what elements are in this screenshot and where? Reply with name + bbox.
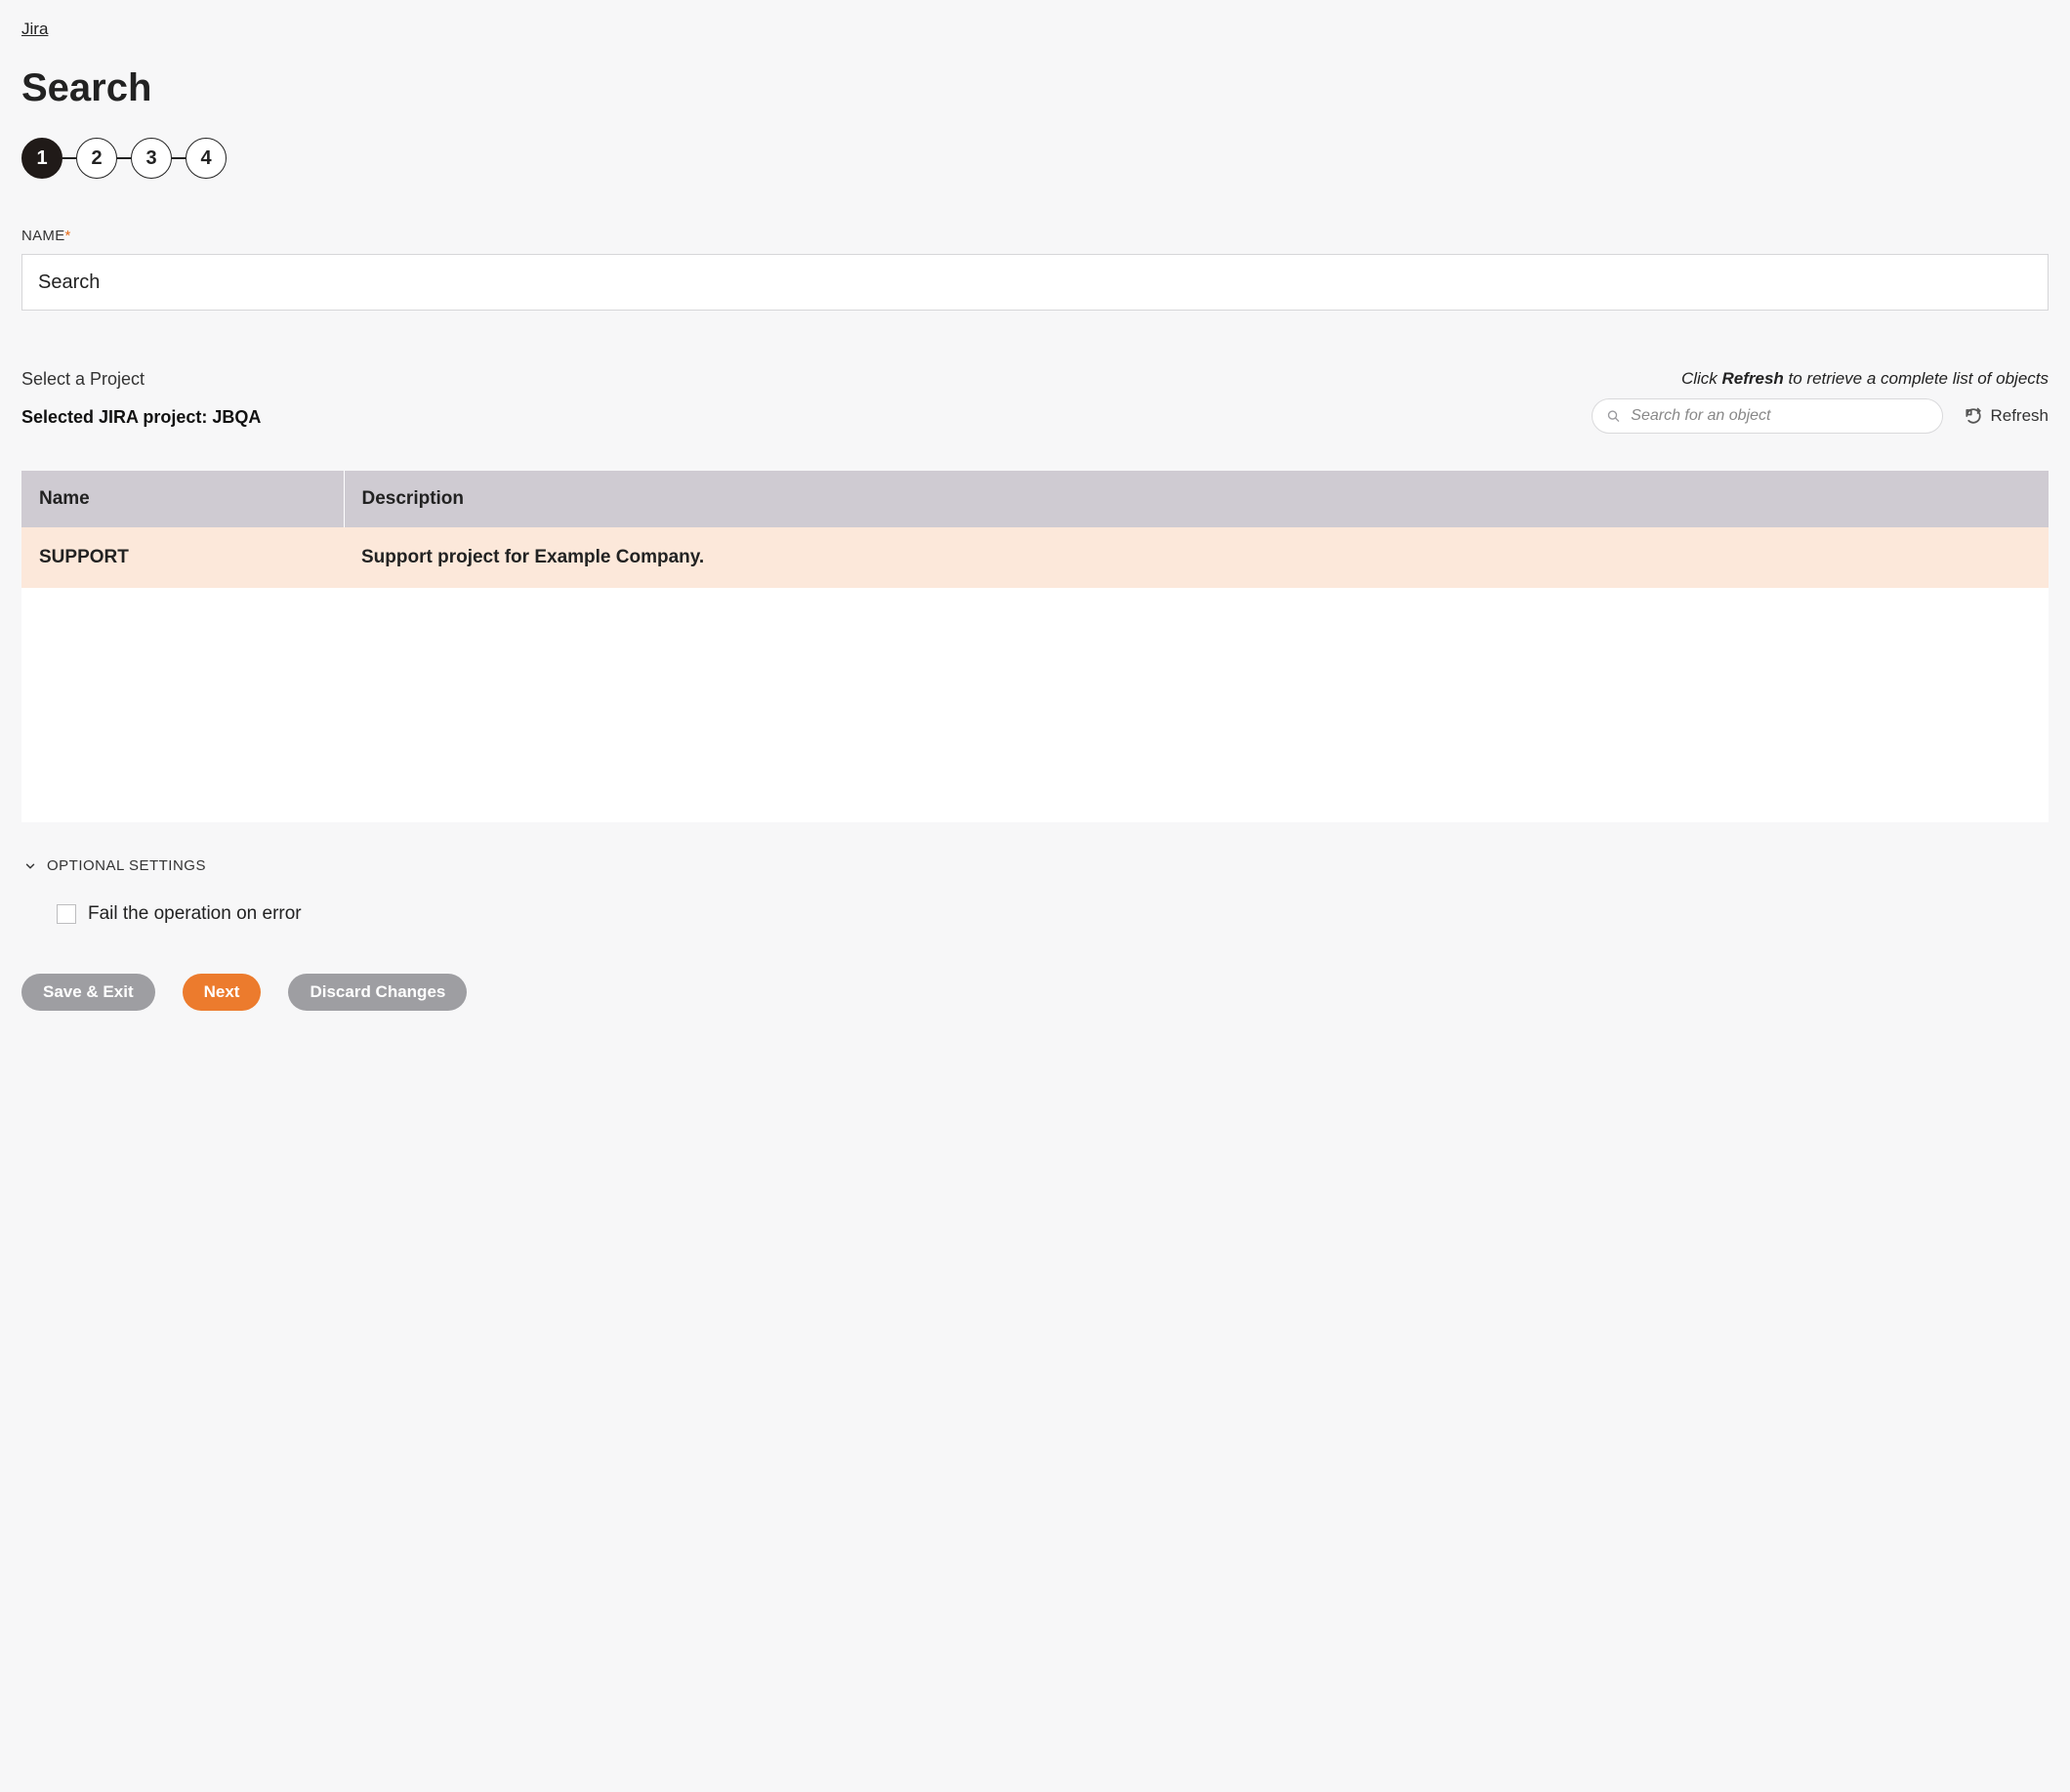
cell-project-name: SUPPORT [21,527,344,588]
hint-post: to retrieve a complete list of objects [1784,369,2049,388]
refresh-hint-text: Click Refresh to retrieve a complete lis… [1681,369,2049,389]
cell-project-description: Support project for Example Company. [344,527,2049,588]
name-field-label: NAME* [21,228,2049,244]
select-project-label: Select a Project [21,369,261,390]
table-header-name[interactable]: Name [21,471,344,527]
project-table: Name Description SUPPORT Support project… [21,471,2049,588]
optional-settings-toggle[interactable]: OPTIONAL SETTINGS [21,852,208,880]
next-button[interactable]: Next [183,974,262,1011]
wizard-stepper: 1 2 3 4 [21,138,2049,179]
refresh-button-label: Refresh [1990,406,2049,426]
hint-pre: Click [1681,369,1722,388]
step-connector [117,157,131,159]
step-connector [62,157,76,159]
object-search-input[interactable] [1631,407,1928,425]
name-label-text: NAME [21,228,65,244]
step-1[interactable]: 1 [21,138,62,179]
refresh-icon [1965,407,1982,425]
search-icon [1606,408,1621,424]
name-input[interactable] [21,254,2049,311]
step-3[interactable]: 3 [131,138,172,179]
step-4[interactable]: 4 [186,138,227,179]
selected-project-value: JBQA [212,407,261,427]
required-star-icon: * [65,228,71,244]
selected-project-prefix: Selected JIRA project: [21,407,212,427]
fail-on-error-row[interactable]: Fail the operation on error [57,903,2049,925]
hint-bold: Refresh [1722,369,1784,388]
table-row[interactable]: SUPPORT Support project for Example Comp… [21,527,2049,588]
refresh-button[interactable]: Refresh [1965,406,2049,426]
object-search-box[interactable] [1592,398,1943,434]
fail-on-error-label: Fail the operation on error [88,903,302,925]
page-title: Search [21,66,2049,110]
step-2[interactable]: 2 [76,138,117,179]
step-connector [172,157,186,159]
selected-project-text: Selected JIRA project: JBQA [21,407,261,428]
discard-button[interactable]: Discard Changes [288,974,467,1011]
optional-settings-label: OPTIONAL SETTINGS [47,857,206,874]
table-header-description[interactable]: Description [344,471,2049,527]
chevron-down-icon [23,859,37,873]
save-exit-button[interactable]: Save & Exit [21,974,155,1011]
fail-on-error-checkbox[interactable] [57,904,76,924]
breadcrumb-link-jira[interactable]: Jira [21,20,48,38]
project-table-container: Name Description SUPPORT Support project… [21,471,2049,822]
